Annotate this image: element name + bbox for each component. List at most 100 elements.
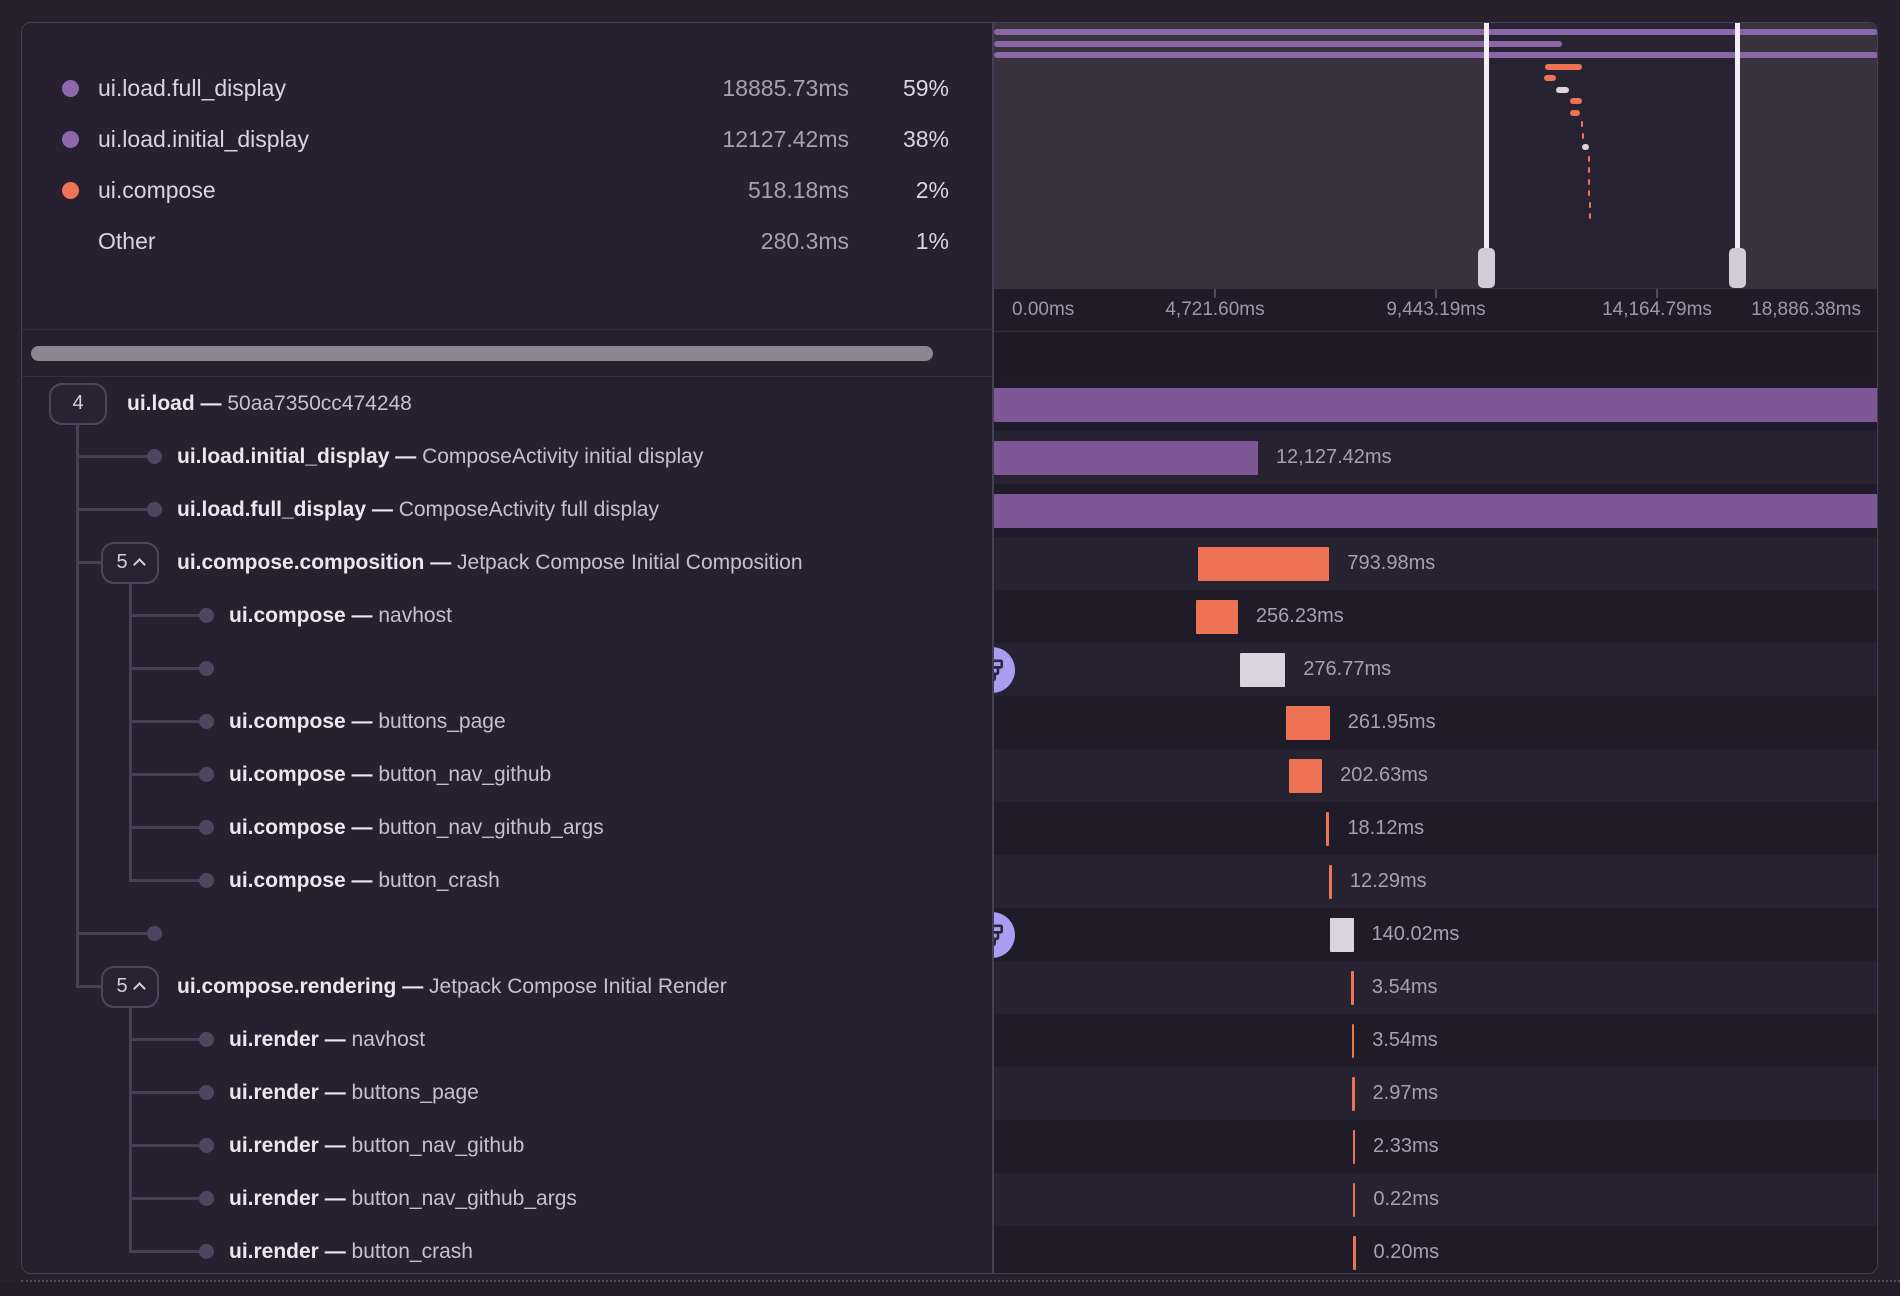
minimap-span-bar xyxy=(1589,213,1591,219)
waterfall-row[interactable]: 261.95ms xyxy=(994,696,1877,749)
tree-scrollbar-track[interactable] xyxy=(22,330,992,377)
span-duration-bar[interactable] xyxy=(1240,653,1286,687)
span-duration-bar[interactable] xyxy=(1330,918,1353,952)
legend-item-label: ui.load.initial_display xyxy=(98,126,664,153)
span-duration-bar[interactable] xyxy=(994,388,1877,422)
legend-color-dot xyxy=(62,131,79,148)
span-duration-bar[interactable] xyxy=(1326,812,1329,846)
span-tree-row[interactable] xyxy=(22,642,992,695)
span-tree-row[interactable]: ui.render — button_nav_github xyxy=(22,1119,992,1172)
badge-count: 4 xyxy=(72,392,83,415)
span-tree-dot xyxy=(147,449,162,464)
span-tree-row[interactable]: ui.load.initial_display — ComposeActivit… xyxy=(22,430,992,483)
waterfall-row[interactable]: 0.22ms xyxy=(994,1173,1877,1226)
waterfall-row[interactable] xyxy=(994,484,1877,537)
waterfall-row[interactable]: 3.54ms xyxy=(994,961,1877,1014)
minimap-span-bar xyxy=(1556,87,1569,93)
span-tree-row[interactable]: ui.render — navhost xyxy=(22,1013,992,1066)
span-children-badge[interactable]: 5 xyxy=(101,542,159,584)
span-duration-bar[interactable] xyxy=(1196,600,1238,634)
minimap-handle-grip[interactable] xyxy=(1478,248,1495,288)
span-tree-row[interactable]: ui.render — button_nav_github_args xyxy=(22,1172,992,1225)
span-duration-label: 0.20ms xyxy=(1374,1226,1440,1273)
span-tree-row[interactable] xyxy=(22,907,992,960)
span-tree-label: ui.load — 50aa7350cc474248 xyxy=(127,377,412,430)
tree-connector-hline xyxy=(129,720,199,723)
waterfall-row[interactable]: 2.33ms xyxy=(994,1120,1877,1173)
span-duration-label: 140.02ms xyxy=(1372,908,1460,961)
waterfall-row[interactable]: 256.23ms xyxy=(994,590,1877,643)
span-tree-row[interactable]: ui.compose — navhost xyxy=(22,589,992,642)
trace-minimap[interactable] xyxy=(994,23,1877,288)
flame-chart-icon xyxy=(994,922,1005,948)
span-duration-bar[interactable] xyxy=(1352,1077,1355,1111)
span-duration-bar[interactable] xyxy=(1329,865,1332,899)
span-tree-label: ui.load.initial_display — ComposeActivit… xyxy=(177,430,703,483)
minimap-span-bar xyxy=(1588,167,1590,173)
span-tree-row[interactable]: ui.render — button_crash xyxy=(22,1225,992,1273)
legend-item-percent: 38% xyxy=(849,126,949,153)
waterfall-row[interactable]: 202.63ms xyxy=(994,749,1877,802)
minimap-span-bar xyxy=(994,29,1877,35)
span-duration-bar[interactable] xyxy=(1353,1183,1356,1217)
waterfall-row[interactable]: 140.02ms xyxy=(994,908,1877,961)
profile-icon[interactable] xyxy=(994,647,1015,693)
minimap-span-bar xyxy=(1545,64,1582,70)
tree-connector-hline xyxy=(76,455,147,458)
span-duration-bar[interactable] xyxy=(994,494,1877,528)
span-duration-label: 18.12ms xyxy=(1347,802,1424,855)
span-tree-row[interactable]: ui.render — buttons_page xyxy=(22,1066,992,1119)
waterfall-row[interactable]: 12,127.42ms xyxy=(994,431,1877,484)
span-duration-label: 2.33ms xyxy=(1373,1120,1439,1173)
legend-color-dot xyxy=(62,182,79,199)
tree-connector-hline xyxy=(129,1144,199,1147)
waterfall-row[interactable]: 276.77ms xyxy=(994,643,1877,696)
span-children-badge[interactable]: 5 xyxy=(101,966,159,1008)
legend-item[interactable]: ui.compose518.18ms2% xyxy=(62,165,949,216)
waterfall-row[interactable]: 0.20ms xyxy=(994,1226,1877,1273)
span-duration-bar[interactable] xyxy=(1286,706,1329,740)
axis-spacer xyxy=(994,332,1877,378)
span-duration-bar[interactable] xyxy=(1198,547,1329,581)
span-tree-row[interactable]: ui.compose — buttons_page xyxy=(22,695,992,748)
minimap-selection-window[interactable] xyxy=(1487,23,1737,288)
span-duration-bar[interactable] xyxy=(1351,971,1354,1005)
waterfall-row[interactable]: 12.29ms xyxy=(994,855,1877,908)
span-tree-row[interactable]: ui.compose — button_nav_github xyxy=(22,748,992,801)
legend-item[interactable]: ui.load.full_display18885.73ms59% xyxy=(62,63,949,114)
legend-item[interactable]: ui.load.initial_display12127.42ms38% xyxy=(62,114,949,165)
span-tree-row[interactable]: 5ui.compose.composition — Jetpack Compos… xyxy=(22,536,992,589)
tree-scrollbar-thumb[interactable] xyxy=(31,346,933,361)
span-tree-row[interactable]: ui.compose — button_crash xyxy=(22,854,992,907)
span-duration-label: 0.22ms xyxy=(1373,1173,1439,1226)
legend-item[interactable]: Other280.3ms1% xyxy=(62,216,949,267)
span-tree-label: ui.compose — navhost xyxy=(229,589,452,642)
span-tree-dot xyxy=(199,767,214,782)
axis-tick-label: 9,443.19ms xyxy=(1386,289,1485,331)
waterfall-row[interactable]: 18.12ms xyxy=(994,802,1877,855)
span-tree-row[interactable]: 4 ui.load — 50aa7350cc474248 xyxy=(22,377,992,430)
waterfall-row[interactable]: 3.54ms xyxy=(994,1014,1877,1067)
span-duration-bar[interactable] xyxy=(1289,759,1322,793)
span-children-badge[interactable]: 4 xyxy=(49,383,107,425)
span-tree-row[interactable]: 5ui.compose.rendering — Jetpack Compose … xyxy=(22,960,992,1013)
minimap-span-bar xyxy=(1582,133,1584,139)
span-tree-label: ui.compose — button_crash xyxy=(229,854,500,907)
span-duration-bar[interactable] xyxy=(1353,1236,1356,1270)
trace-legend: ui.load.full_display18885.73ms59%ui.load… xyxy=(22,23,992,330)
span-duration-bar[interactable] xyxy=(1353,1130,1356,1164)
waterfall-row[interactable]: 793.98ms xyxy=(994,537,1877,590)
span-tree-dot xyxy=(199,873,214,888)
minimap-span-bar xyxy=(994,41,1562,47)
minimap-handle-grip[interactable] xyxy=(1729,248,1746,288)
span-duration-bar[interactable] xyxy=(994,441,1258,475)
span-tree-row[interactable]: ui.load.full_display — ComposeActivity f… xyxy=(22,483,992,536)
span-tree-label: ui.render — button_crash xyxy=(229,1225,473,1273)
profile-icon[interactable] xyxy=(994,912,1015,958)
span-duration-bar[interactable] xyxy=(1352,1024,1355,1058)
tree-connector-hline xyxy=(129,1197,199,1200)
waterfall-row[interactable] xyxy=(994,378,1877,431)
waterfall-row[interactable]: 2.97ms xyxy=(994,1067,1877,1120)
legend-color-dot xyxy=(62,80,79,97)
span-tree-row[interactable]: ui.compose — button_nav_github_args xyxy=(22,801,992,854)
